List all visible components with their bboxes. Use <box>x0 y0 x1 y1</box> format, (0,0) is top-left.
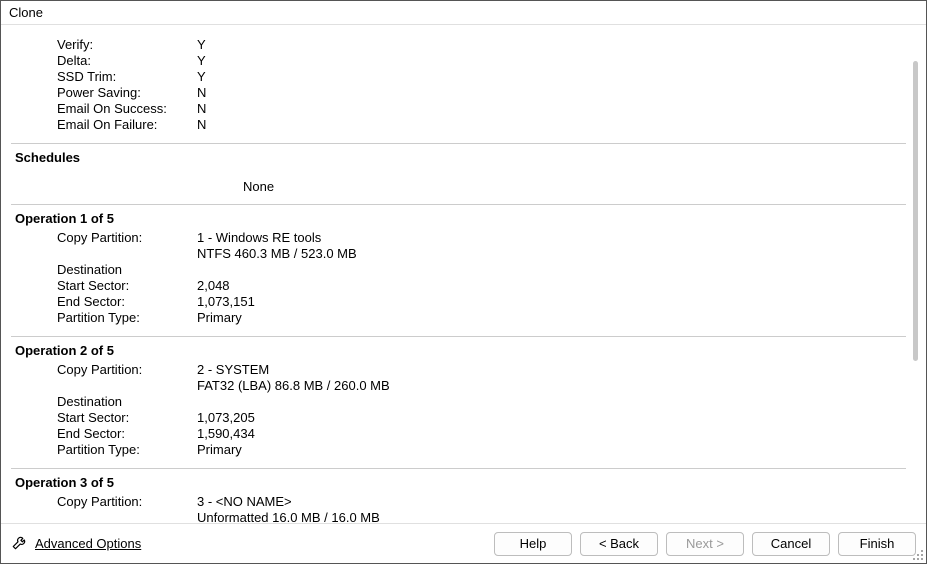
partition-type-label: Partition Type: <box>11 442 197 458</box>
divider <box>11 143 906 144</box>
option-ssdtrim-label: SSD Trim: <box>11 69 197 85</box>
copy-partition-detail: Unformatted 16.0 MB / 16.0 MB <box>197 510 906 523</box>
option-emailfailure-value: N <box>197 117 906 133</box>
end-sector-value: 1,073,151 <box>197 294 906 310</box>
schedules-heading: Schedules <box>11 150 906 165</box>
copy-partition-detail: NTFS 460.3 MB / 523.0 MB <box>197 246 906 262</box>
copy-partition-label: Copy Partition: <box>11 494 197 510</box>
operation-heading: Operation 2 of 5 <box>11 343 906 358</box>
help-button[interactable]: Help <box>494 532 572 556</box>
option-emailfailure-label: Email On Failure: <box>11 117 197 133</box>
content-area: Verify: Y Delta: Y SSD Trim: Y Power Sav… <box>1 27 926 523</box>
wrench-icon <box>11 533 29 554</box>
copy-partition-value: 1 - Windows RE tools <box>197 230 906 246</box>
schedules-value: None <box>11 179 906 194</box>
option-emailsuccess-value: N <box>197 101 906 117</box>
destination-heading: Destination <box>11 394 906 410</box>
end-sector-label: End Sector: <box>11 294 197 310</box>
footer: Advanced Options Help < Back Next > Canc… <box>1 523 926 563</box>
option-verify-label: Verify: <box>11 37 197 53</box>
copy-partition-label: Copy Partition: <box>11 362 197 378</box>
start-sector-label: Start Sector: <box>11 278 197 294</box>
start-sector-label: Start Sector: <box>11 410 197 426</box>
copy-partition-detail: FAT32 (LBA) 86.8 MB / 260.0 MB <box>197 378 906 394</box>
copy-partition-value: 2 - SYSTEM <box>197 362 906 378</box>
option-emailsuccess-label: Email On Success: <box>11 101 197 117</box>
cancel-button[interactable]: Cancel <box>752 532 830 556</box>
end-sector-value: 1,590,434 <box>197 426 906 442</box>
copy-partition-label: Copy Partition: <box>11 230 197 246</box>
next-button[interactable]: Next > <box>666 532 744 556</box>
partition-type-value: Primary <box>197 310 906 326</box>
window-title: Clone <box>1 1 926 25</box>
scrollbar-thumb[interactable] <box>913 61 918 361</box>
copy-partition-value: 3 - <NO NAME> <box>197 494 906 510</box>
scroll-pane[interactable]: Verify: Y Delta: Y SSD Trim: Y Power Sav… <box>11 27 906 523</box>
back-button[interactable]: < Back <box>580 532 658 556</box>
partition-type-label: Partition Type: <box>11 310 197 326</box>
option-verify-value: Y <box>197 37 906 53</box>
partition-type-value: Primary <box>197 442 906 458</box>
option-delta-value: Y <box>197 53 906 69</box>
advanced-options-label: Advanced Options <box>35 536 141 551</box>
destination-heading: Destination <box>11 262 906 278</box>
option-ssdtrim-value: Y <box>197 69 906 85</box>
divider <box>11 468 906 469</box>
divider <box>11 204 906 205</box>
option-powersaving-value: N <box>197 85 906 101</box>
option-powersaving-label: Power Saving: <box>11 85 197 101</box>
operation-heading: Operation 3 of 5 <box>11 475 906 490</box>
advanced-options-link[interactable]: Advanced Options <box>11 533 141 554</box>
start-sector-value: 1,073,205 <box>197 410 906 426</box>
option-delta-label: Delta: <box>11 53 197 69</box>
operation-heading: Operation 1 of 5 <box>11 211 906 226</box>
divider <box>11 336 906 337</box>
start-sector-value: 2,048 <box>197 278 906 294</box>
finish-button[interactable]: Finish <box>838 532 916 556</box>
resize-grip-icon[interactable] <box>912 549 924 561</box>
end-sector-label: End Sector: <box>11 426 197 442</box>
